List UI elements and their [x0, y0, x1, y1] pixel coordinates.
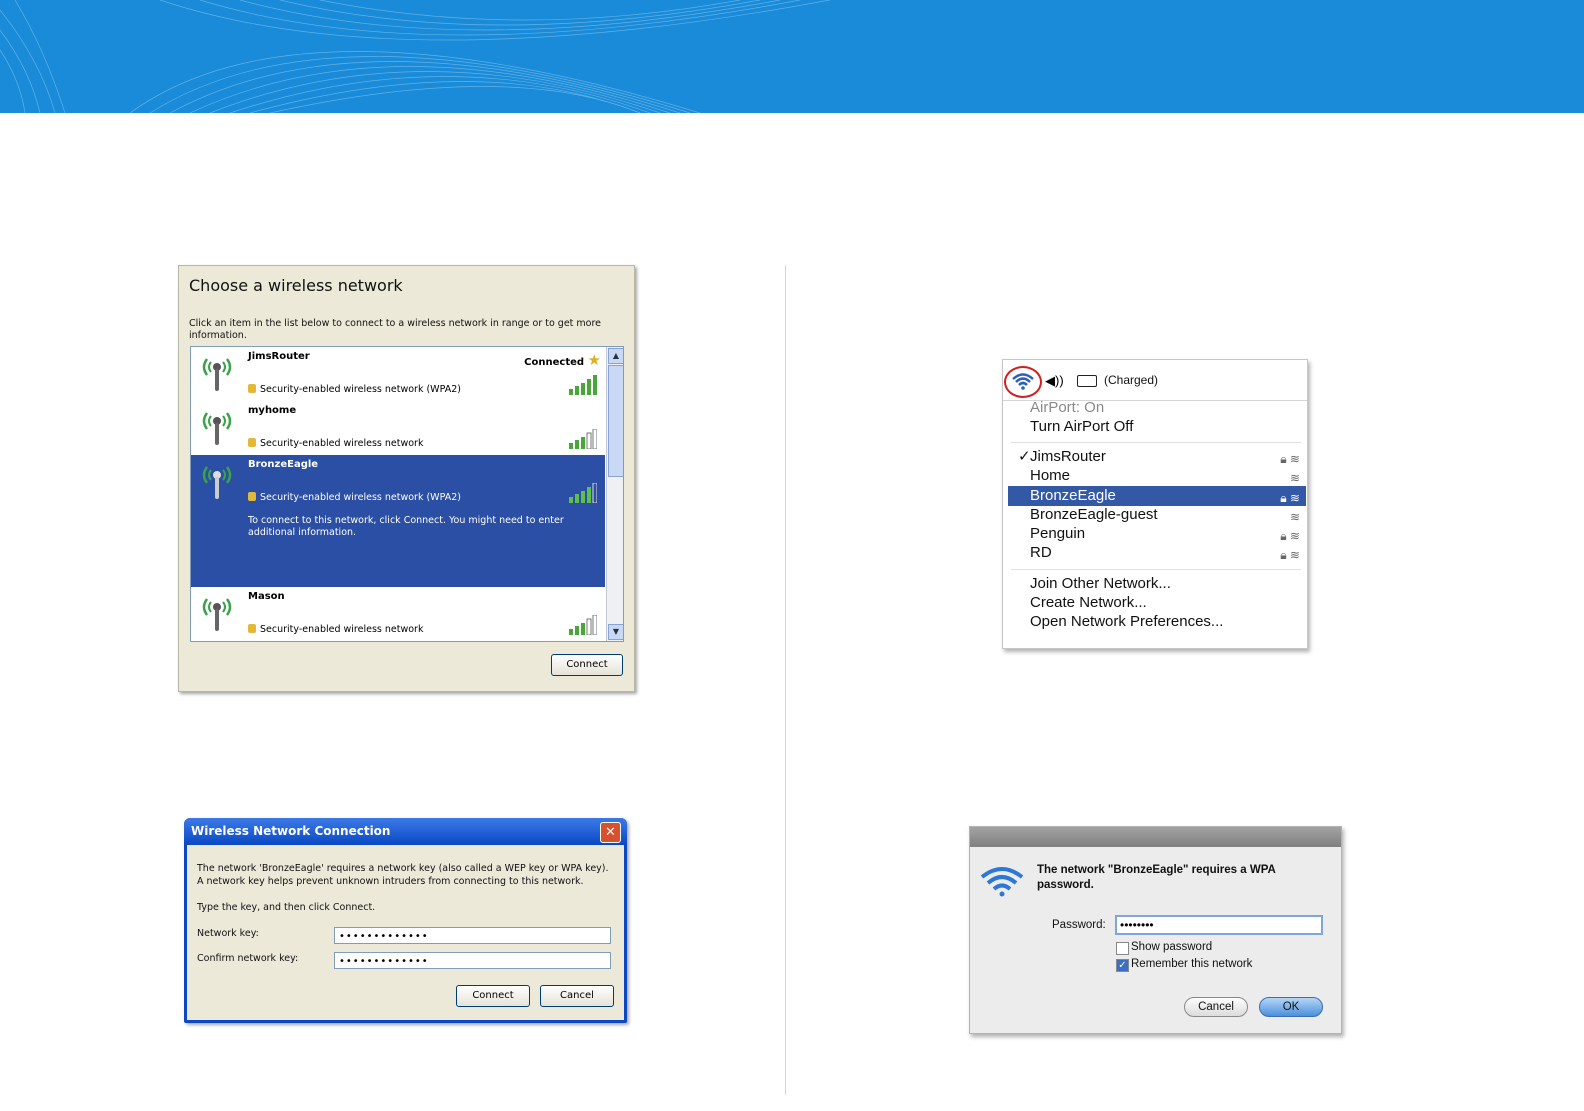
menu-network-jimsrouter[interactable]: ✓ JimsRouter 🔒︎ ≋ [1018, 447, 1300, 467]
instruction-text: Type the key, and then click Connect. [197, 902, 376, 913]
password-input[interactable]: •••••••• [1115, 915, 1323, 935]
dialog-description: Click an item in the list below to conne… [189, 318, 602, 341]
open-network-preferences-item[interactable]: Open Network Preferences... [1030, 613, 1223, 630]
menu-bar: ◀︎)) (Charged) [1003, 360, 1307, 401]
column-divider [785, 265, 786, 1095]
menu-network-penguin[interactable]: Penguin 🔒︎ ≋ [1030, 524, 1300, 544]
network-name: JimsRouter [248, 351, 310, 362]
lock-icon [248, 492, 256, 501]
antenna-icon [202, 412, 232, 445]
join-other-network-item[interactable]: Join Other Network... [1030, 575, 1171, 592]
dialog-title: Wireless Network Connection [191, 824, 391, 838]
dialog-title: Choose a wireless network [189, 276, 403, 295]
airport-status: AirPort: On [1030, 399, 1105, 416]
xp-network-key-dialog: Wireless Network Connection ✕ The networ… [184, 818, 627, 1023]
lock-icon [248, 384, 256, 393]
antenna-icon [202, 466, 232, 499]
network-item-jimsrouter[interactable]: JimsRouter Connected ★ Security-enabled … [191, 347, 605, 401]
show-password-checkbox[interactable] [1116, 942, 1129, 955]
menu-network-rd[interactable]: RD 🔒︎ ≋ [1030, 543, 1300, 563]
dialog-body: The network 'BronzeEagle' requires a net… [187, 845, 624, 1020]
security-label: Security-enabled wireless network [248, 624, 423, 635]
connect-button[interactable]: Connect [551, 654, 623, 676]
connect-hint: To connect to this network, click Connec… [248, 515, 564, 538]
close-icon[interactable]: ✕ [600, 822, 621, 843]
menu-network-home[interactable]: Home ≋ [1030, 466, 1300, 486]
password-prompt-message: The network "BronzeEagle" requires a WPA… [1037, 864, 1276, 891]
menu-network-bronzeeagle-guest[interactable]: BronzeEagle-guest ≋ [1030, 505, 1300, 525]
signal-strength-icon [569, 615, 597, 635]
banner-wave-graphic [0, 0, 831, 113]
network-name: Mason [248, 591, 285, 602]
scroll-thumb[interactable] [608, 365, 623, 477]
remember-network-label: Remember this network [1131, 958, 1253, 970]
cancel-button[interactable]: Cancel [540, 985, 614, 1007]
menu-separator [1011, 569, 1301, 570]
signal-strength-icon [569, 375, 597, 395]
create-network-item[interactable]: Create Network... [1030, 594, 1147, 611]
battery-icon[interactable] [1077, 375, 1097, 387]
confirm-key-input[interactable]: ••••••••••••• [334, 952, 611, 969]
cancel-button[interactable]: Cancel [1184, 997, 1248, 1017]
network-name: BronzeEagle [248, 459, 319, 470]
show-password-label: Show password [1131, 941, 1213, 953]
signal-strength-icon [569, 483, 597, 503]
ok-button[interactable]: OK [1259, 997, 1323, 1017]
airport-wifi-icon[interactable] [1011, 372, 1035, 390]
lock-icon [248, 624, 256, 633]
antenna-icon [202, 358, 232, 391]
mac-password-dialog: The network "BronzeEagle" requires a WPA… [969, 826, 1342, 1034]
connected-status: Connected ★ [524, 351, 601, 369]
checkmark-icon: ✓ [1018, 448, 1031, 465]
security-label: Security-enabled wireless network (WPA2) [248, 492, 461, 503]
star-icon: ★ [587, 351, 601, 369]
network-item-mason[interactable]: Mason Security-enabled wireless network [191, 587, 605, 641]
signal-strength-icon [569, 429, 597, 449]
network-key-message: The network 'BronzeEagle' requires a net… [197, 863, 609, 887]
network-name: myhome [248, 405, 297, 416]
menu-separator [1011, 442, 1301, 443]
xp-choose-network-dialog: Choose a wireless network Click an item … [178, 265, 635, 692]
remember-network-checkbox[interactable]: ✓ [1116, 959, 1129, 972]
security-label: Security-enabled wireless network [248, 438, 423, 449]
menu-network-bronzeeagle[interactable]: BronzeEagle 🔒︎ ≋ [1030, 486, 1300, 506]
security-label: Security-enabled wireless network (WPA2) [248, 384, 461, 395]
title-bar [970, 827, 1341, 847]
wifi-icon [980, 867, 1024, 897]
network-key-label: Network key: [197, 928, 259, 939]
network-item-myhome[interactable]: myhome Security-enabled wireless network [191, 401, 605, 455]
confirm-key-label: Confirm network key: [197, 953, 299, 964]
wifi-icon: ≋ [1289, 471, 1300, 485]
volume-icon[interactable]: ◀︎)) [1045, 373, 1064, 389]
antenna-icon [202, 598, 232, 631]
lock-wifi-icon: 🔒︎ ≋ [1280, 548, 1300, 562]
scroll-up-icon[interactable]: ▲ [608, 348, 623, 364]
title-bar: Wireless Network Connection ✕ [184, 818, 627, 845]
header-banner [0, 0, 1584, 113]
battery-status: (Charged) [1104, 373, 1159, 387]
network-key-input[interactable]: ••••••••••••• [334, 927, 611, 944]
scroll-down-icon[interactable]: ▼ [608, 624, 623, 640]
turn-airport-off-item[interactable]: Turn AirPort Off [1030, 418, 1133, 435]
network-item-bronzeeagle[interactable]: BronzeEagle Security-enabled wireless ne… [191, 455, 605, 587]
network-list-scrollbar[interactable]: ▲ ▼ [606, 347, 623, 641]
connect-button[interactable]: Connect [456, 985, 530, 1007]
network-list[interactable]: JimsRouter Connected ★ Security-enabled … [190, 346, 624, 642]
password-label: Password: [1052, 919, 1106, 931]
lock-icon [248, 438, 256, 447]
mac-airport-menu: ◀︎)) (Charged) AirPort: On Turn AirPort … [1002, 359, 1308, 649]
